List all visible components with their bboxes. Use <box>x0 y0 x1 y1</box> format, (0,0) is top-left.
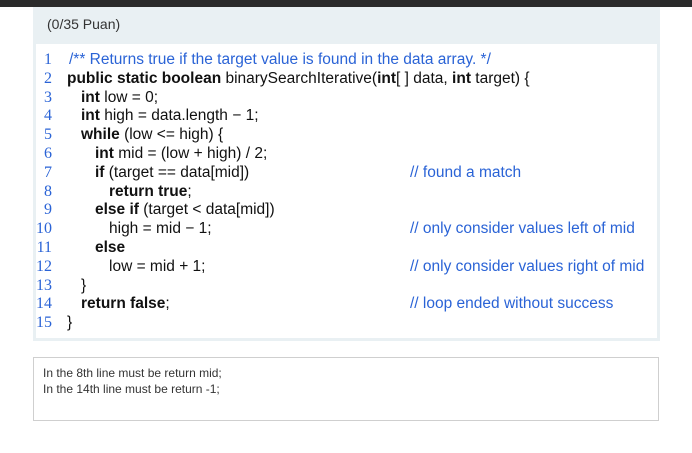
code-text: int mid = (low + high) / 2; <box>95 145 267 163</box>
inline-comment: // only consider values left of mid <box>410 220 635 238</box>
inline-comment: // found a match <box>410 163 522 181</box>
keyword: return false <box>81 295 166 313</box>
code-token: (target < data[mid]) <box>138 201 275 219</box>
code-text: else <box>95 239 125 257</box>
line-number: 13 <box>36 276 52 294</box>
code-line: 15} <box>36 314 657 333</box>
code-line: 14 return false; // loop ended without suc… <box>36 295 657 314</box>
code-token: (low <= high) { <box>119 126 224 144</box>
code-token: low = mid + 1; <box>109 257 206 275</box>
code-token: ; <box>187 182 192 200</box>
line-number: 8 <box>44 182 52 200</box>
code-line: 8 return true; <box>36 183 657 202</box>
code-line: 10 high = mid − 1; // only consider values… <box>36 220 657 239</box>
code-line: 11 else <box>36 239 657 258</box>
code-text: /** Returns true if the target value is … <box>69 51 491 69</box>
code-text: public static boolean binarySearchIterat… <box>67 70 530 88</box>
code-text: return true; <box>109 183 192 201</box>
code-line: 13} <box>36 277 657 296</box>
code-text: int low = 0; <box>81 89 158 107</box>
answer-textarea[interactable]: In the 8th line must be return mid; In t… <box>33 357 659 421</box>
line-number: 4 <box>44 107 52 125</box>
code-token: high = mid − 1; <box>109 220 212 238</box>
code-line: 5 while (low <= high) { <box>36 126 657 145</box>
answer-line: In the 8th line must be return mid; <box>43 366 222 380</box>
line-number: 5 <box>44 126 52 144</box>
code-line: 2 public static boolean binarySearchItera… <box>36 70 657 89</box>
code-line: 9 else if (target < data[mid]) <box>36 201 657 220</box>
line-number: 12 <box>36 257 52 275</box>
line-number: 3 <box>44 88 52 106</box>
code-token: [ ] data, <box>396 69 453 87</box>
question-panel: (0/35 Puan) 1 /** Returns true if the tar… <box>33 7 660 341</box>
code-listing: 1 /** Returns true if the target value is… <box>36 44 657 338</box>
code-line: 6 int mid = (low + high) / 2; <box>36 145 657 164</box>
code-token: low = 0; <box>99 88 159 106</box>
code-text: int high = data.length − 1; <box>81 107 259 125</box>
inline-comment: // only consider values right of mid <box>410 257 645 275</box>
code-token: } <box>81 276 87 294</box>
keyword: int <box>452 69 471 87</box>
code-token: target) { <box>470 69 530 87</box>
inline-comment: // loop ended without success <box>410 295 614 313</box>
code-token: high = data.length − 1; <box>99 107 259 125</box>
code-line: 1 /** Returns true if the target value is… <box>36 51 657 70</box>
keyword: else if <box>95 201 139 219</box>
keyword: int <box>81 88 100 106</box>
top-bar <box>0 0 692 7</box>
keyword: int <box>95 145 114 162</box>
question-points: (0/35 Puan) <box>47 16 121 32</box>
code-text: return false; <box>81 295 170 313</box>
keyword: return true <box>109 182 188 200</box>
keyword: int <box>377 69 397 87</box>
code-text: low = mid + 1; <box>109 258 206 276</box>
code-token: ; <box>165 295 170 313</box>
code-token: } <box>67 314 73 332</box>
line-number: 11 <box>36 239 52 256</box>
code-token: mid = (low + high) / 2; <box>113 145 268 162</box>
code-text: while (low <= high) { <box>81 126 223 144</box>
keyword: int <box>81 107 100 125</box>
comment: /** Returns true if the target value is … <box>69 51 491 68</box>
code-line: 7 if (target == data[mid]) // found a matc… <box>36 164 657 183</box>
line-number: 6 <box>44 145 52 162</box>
code-text: } <box>67 314 72 332</box>
line-number: 14 <box>36 295 52 313</box>
code-token: (target == data[mid]) <box>104 163 250 181</box>
keyword: while <box>81 126 120 144</box>
line-number: 7 <box>44 163 52 181</box>
code-text: } <box>81 277 86 295</box>
line-number: 10 <box>36 220 52 238</box>
code-line: 3 int low = 0; <box>36 89 657 108</box>
code-token: binarySearchIterative( <box>225 69 378 87</box>
line-number: 9 <box>44 201 52 219</box>
keyword: else <box>95 239 126 256</box>
line-number: 1 <box>44 51 52 68</box>
code-line: 4 int high = data.length − 1; <box>36 107 657 126</box>
line-number: 15 <box>36 314 52 332</box>
answer-line: In the 14th line must be return -1; <box>43 382 220 396</box>
code-text: high = mid − 1; <box>109 220 212 238</box>
line-number: 2 <box>44 69 52 87</box>
code-text: else if (target < data[mid]) <box>95 201 275 219</box>
code-text: if (target == data[mid]) <box>95 164 249 182</box>
keyword: public static boolean <box>67 69 226 87</box>
code-line: 12 low = mid + 1; // only consider values … <box>36 258 657 277</box>
